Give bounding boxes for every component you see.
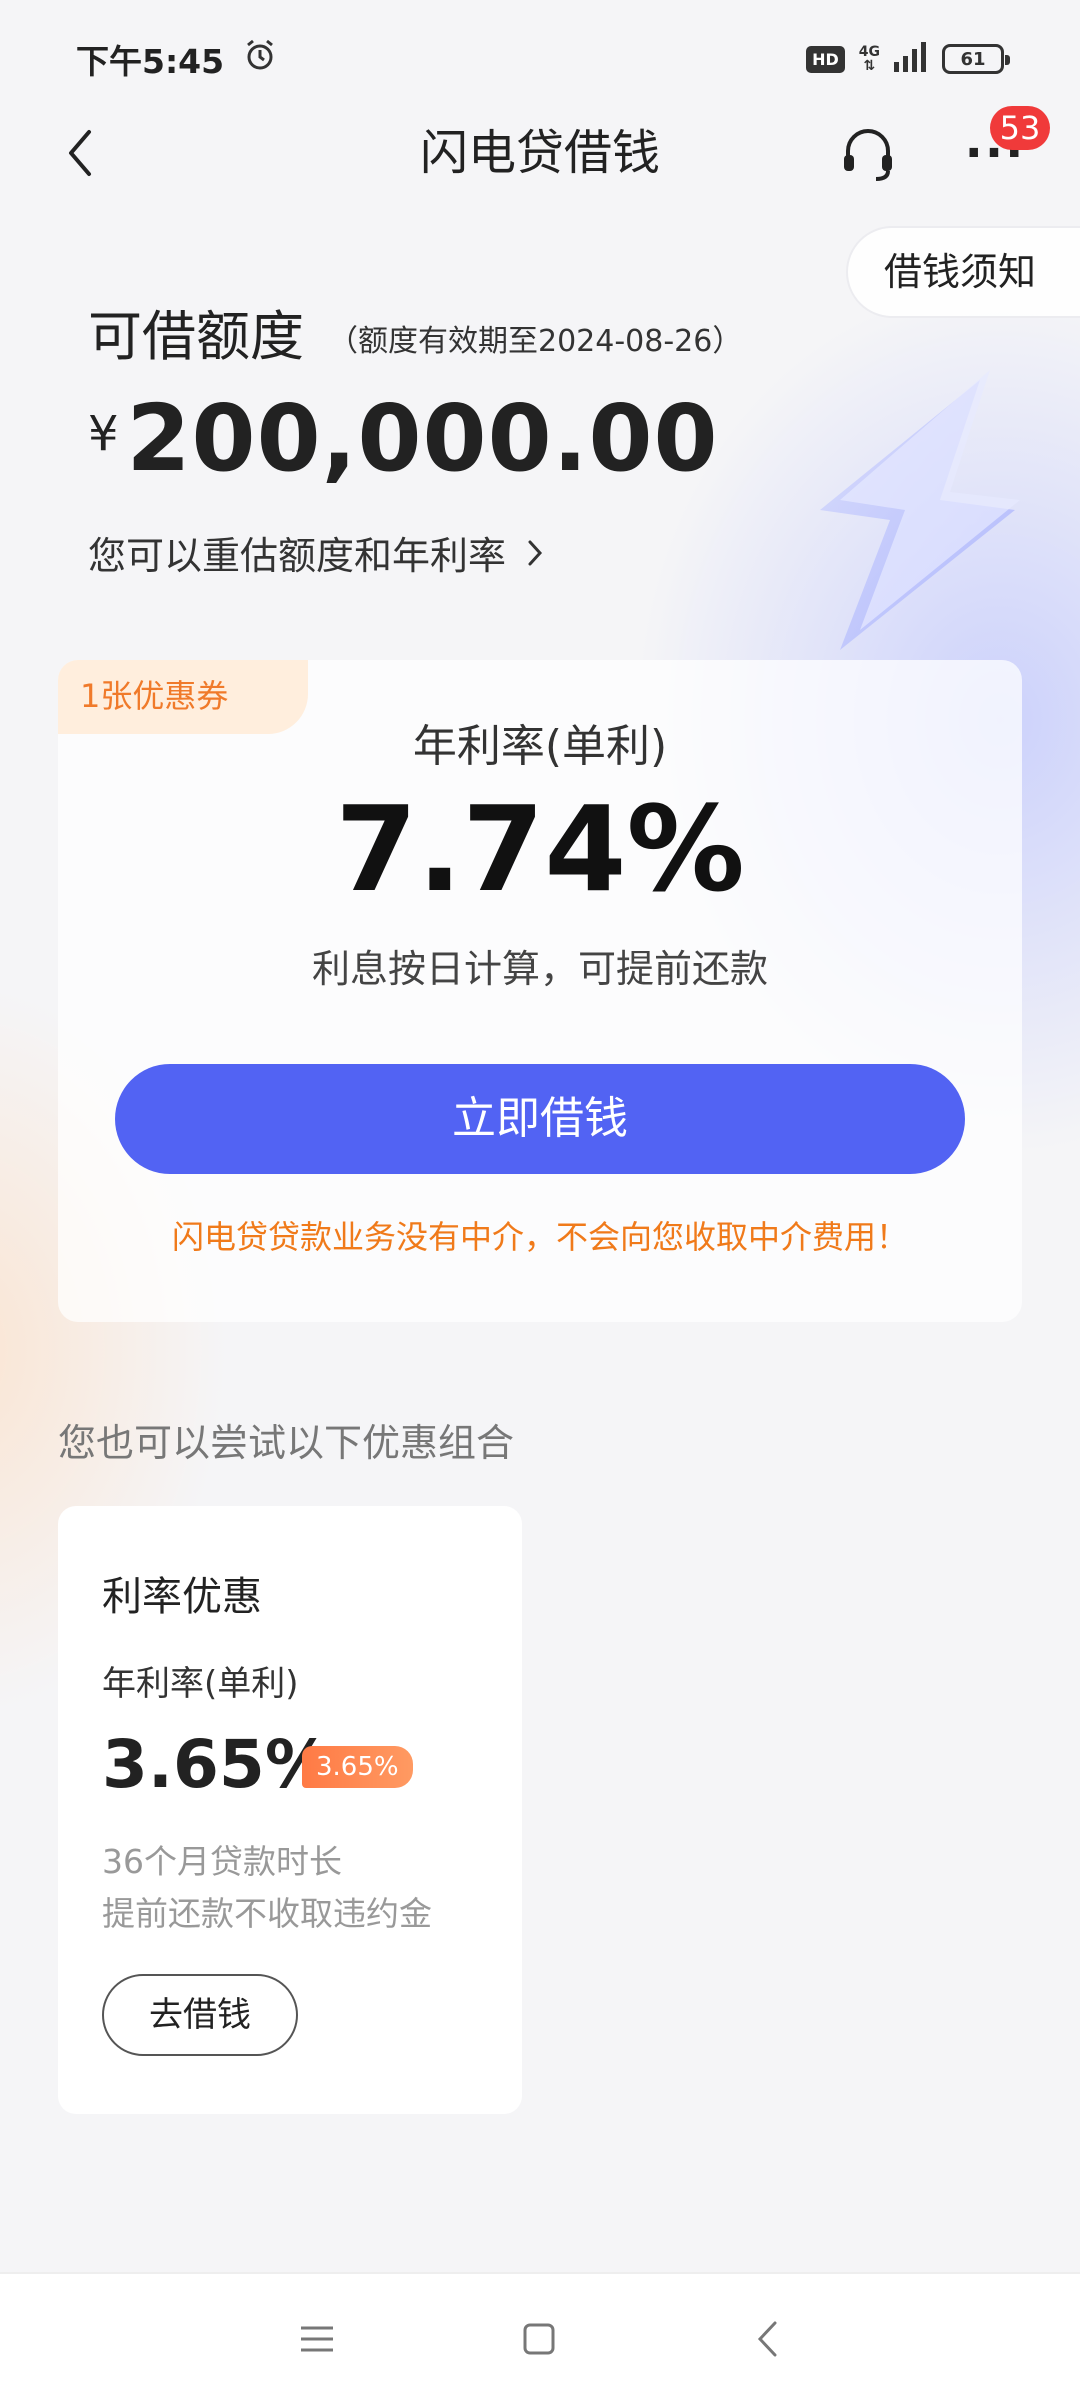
reassess-link-label: 您可以重估额度和年利率 <box>88 534 507 578</box>
offer-rate-label: 年利率(单利) <box>102 1664 299 1704</box>
quota-amount-row: ¥ 200,000.00 <box>88 385 719 492</box>
offer-term: 36个月贷款时长 <box>102 1842 342 1881</box>
hd-badge: HD <box>806 45 845 73</box>
home-button[interactable] <box>514 2314 564 2364</box>
offer-prepayment: 提前还款不收取违约金 <box>102 1894 432 1933</box>
page-title: 闪电贷借钱 <box>419 125 660 181</box>
nav-bar: 闪电贷借钱 ··· <box>0 118 1080 188</box>
menu-button[interactable] <box>292 2314 342 2364</box>
customer-service-button[interactable] <box>838 123 908 183</box>
status-time: 下午5:45 <box>76 42 225 81</box>
no-intermediary-disclaimer: 闪电贷贷款业务没有中介，不会向您收取中介费用！ <box>171 1218 908 1256</box>
borrow-now-button[interactable]: 立即借钱 <box>115 1064 965 1174</box>
rate-discount-offer-card[interactable]: 利率优惠 年利率(单利) 3.65% 3.65% 36个月贷款时长 提前还款不收… <box>58 1506 522 2114</box>
menu-icon <box>301 2326 333 2352</box>
chevron-right-icon <box>528 540 543 565</box>
quota-validity: （额度有效期至2024-08-26） <box>328 324 743 359</box>
lightning-bolt-illustration <box>820 370 1020 650</box>
quota-label: 可借额度 <box>88 305 304 368</box>
system-back-button[interactable] <box>742 2314 792 2364</box>
signal-icon <box>894 42 928 76</box>
status-bar: 下午5:45 HD 4G ⇅ 61 <box>0 0 1080 118</box>
back-triangle-icon <box>757 2321 777 2357</box>
quota-amount: 200,000.00 <box>126 385 719 492</box>
data-arrows-icon: ⇅ <box>863 58 876 74</box>
loan-rate-card: 1张优惠券 年利率(单利) 7.74% 利息按日计算，可提前还款 立即借钱 闪电… <box>58 660 1022 1322</box>
status-right: HD 4G ⇅ 61 <box>806 42 1010 76</box>
network-indicator: 4G ⇅ <box>859 45 880 73</box>
battery-icon: 61 <box>942 44 1010 74</box>
status-left: 下午5:45 <box>76 35 278 83</box>
annual-rate-label: 年利率(单利) <box>412 721 668 772</box>
offer-rate-tag: 3.65% <box>302 1746 413 1788</box>
alarm-icon <box>242 37 278 81</box>
interest-note: 利息按日计算，可提前还款 <box>311 947 768 991</box>
offer-title: 利率优惠 <box>102 1574 262 1620</box>
offer-combo-title: 您也可以尝试以下优惠组合 <box>58 1421 515 1465</box>
offer-rate-value: 3.65% <box>102 1726 331 1803</box>
notification-count-badge: 53 <box>990 106 1050 150</box>
go-borrow-button[interactable]: 去借钱 <box>102 1974 298 2056</box>
offer-description: 36个月贷款时长 提前还款不收取违约金 <box>102 1836 432 1940</box>
annual-rate-value: 7.74% <box>335 780 745 918</box>
currency-symbol: ¥ <box>88 406 119 462</box>
reassess-link[interactable]: 您可以重估额度和年利率 <box>88 525 544 580</box>
headset-icon <box>844 129 892 181</box>
borrowing-notice-button[interactable]: 借钱须知 <box>846 226 1080 318</box>
home-square-icon <box>523 2323 555 2355</box>
network-type: 4G <box>858 44 880 60</box>
system-nav-bar <box>0 2272 1080 2400</box>
